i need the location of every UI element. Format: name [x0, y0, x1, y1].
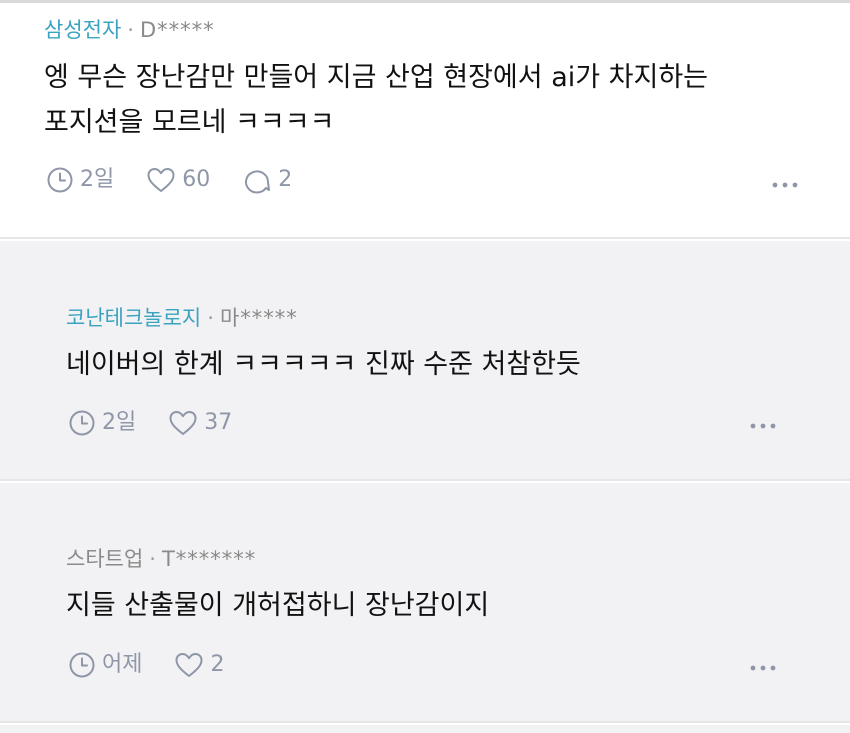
author-name: D***** — [139, 18, 215, 42]
like-button[interactable]: 2 — [174, 651, 224, 679]
company-label: 스타트업 — [66, 547, 144, 571]
company-link[interactable]: 코난테크놀로지 — [66, 306, 201, 330]
comment-meta: 코난테크놀로지 · 마***** — [66, 304, 298, 332]
meta-separator: · — [127, 18, 134, 42]
more-options-button[interactable] — [748, 416, 778, 436]
like-count: 60 — [182, 167, 211, 192]
author-name: T******* — [161, 547, 257, 571]
reply-item: 스타트업 · T******* 지들 산출물이 개허접하니 장난감이지 어제 2 — [0, 483, 850, 723]
more-options-button[interactable] — [748, 658, 778, 678]
comment-item: 삼성전자 · D***** 엥 무슨 장난감만 만들어 지금 산업 현장에서 ai가… — [0, 3, 850, 239]
comment-text: 네이버의 한계 ㅋㅋㅋㅋㅋ 진짜 수준 처참한듯 — [66, 349, 581, 380]
more-options-icon — [750, 423, 776, 429]
meta-separator: · — [207, 306, 214, 330]
reply-item: 코난테크놀로지 · 마***** 네이버의 한계 ㅋㅋㅋㅋㅋ 진짜 수준 처참한듯 … — [0, 241, 850, 481]
time-label: 2일 — [102, 410, 137, 435]
clock-icon — [47, 167, 73, 193]
comment-text: 엥 무슨 장난감만 만들어 지금 산업 현장에서 ai가 차지하는 포지션을 모… — [44, 62, 709, 138]
time-info: 2일 — [46, 166, 114, 194]
comment-meta: 삼성전자 · D***** — [44, 16, 215, 44]
list-footer-spacer — [0, 725, 850, 733]
comment-actions: 어제 2 — [68, 651, 256, 679]
clock-icon — [69, 652, 95, 678]
heart-icon — [175, 653, 203, 677]
like-button[interactable]: 37 — [168, 409, 232, 437]
comment-actions: 2일 37 — [68, 409, 264, 437]
time-label: 2일 — [80, 167, 115, 192]
time-label: 어제 — [102, 652, 143, 677]
comment-thread: 삼성전자 · D***** 엥 무슨 장난감만 만들어 지금 산업 현장에서 ai가… — [0, 0, 850, 733]
heart-icon — [147, 168, 175, 192]
reply-count: 2 — [278, 167, 293, 192]
comment-meta: 스타트업 · T******* — [66, 545, 256, 573]
time-info: 2일 — [68, 409, 136, 437]
company-link[interactable]: 삼성전자 — [44, 18, 121, 42]
comment-actions: 2일 60 2 — [46, 166, 324, 194]
like-button[interactable]: 60 — [146, 166, 210, 194]
clock-icon — [69, 410, 95, 436]
more-options-icon — [772, 182, 798, 188]
heart-icon — [169, 411, 197, 435]
comment-text: 지들 산출물이 개허접하니 장난감이지 — [66, 590, 490, 621]
like-count: 37 — [204, 410, 233, 435]
speech-bubble-icon — [245, 170, 271, 194]
reply-button[interactable]: 2 — [242, 166, 292, 194]
author-name: 마***** — [219, 306, 298, 330]
time-info: 어제 — [68, 651, 142, 679]
more-options-icon — [750, 665, 776, 671]
more-options-button[interactable] — [770, 175, 800, 195]
like-count: 2 — [210, 652, 225, 677]
meta-separator: · — [149, 547, 156, 571]
